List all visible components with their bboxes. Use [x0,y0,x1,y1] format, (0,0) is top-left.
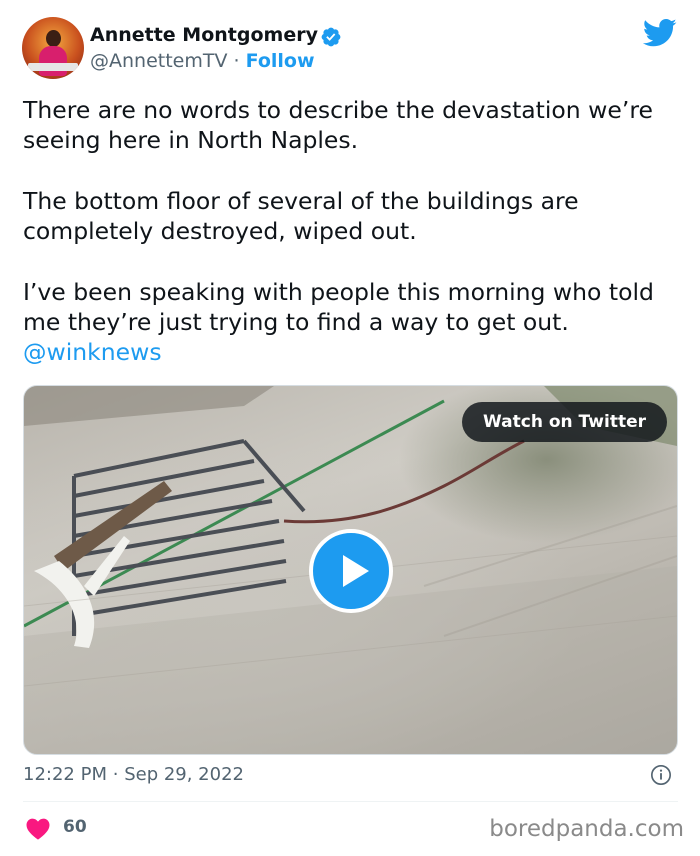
tweet-date: Sep 29, 2022 [124,764,244,785]
tweet-paragraph: I’ve been speaking with people this morn… [23,277,683,367]
verified-badge-icon [321,27,341,47]
tweet-paragraph: There are no words to describe the devas… [23,96,653,154]
handle-line: @AnnettemTV · Follow [90,50,315,72]
tweet-card: Annette Montgomery @AnnettemTV · Follow … [0,0,700,856]
author-name[interactable]: Annette Montgomery [90,24,318,46]
author-handle[interactable]: @AnnettemTV [90,50,227,72]
timestamp[interactable]: 12:22 PM · Sep 29, 2022 [23,764,244,785]
play-button[interactable] [309,529,393,613]
play-icon [343,555,369,587]
info-icon[interactable] [650,764,672,786]
date-separator: · [112,764,119,785]
watch-on-twitter-button[interactable]: Watch on Twitter [462,402,667,442]
tweet-paragraph-text: I’ve been speaking with people this morn… [23,278,654,336]
follow-button[interactable]: Follow [246,50,315,72]
like-count[interactable]: 60 [63,817,87,837]
avatar[interactable] [22,17,84,79]
twitter-bird-icon[interactable] [643,18,677,48]
video-player[interactable]: Watch on Twitter [23,385,678,755]
mention-link[interactable]: @winknews [23,337,683,367]
divider [23,801,678,802]
separator: · [233,50,240,72]
tweet-paragraph: The bottom floor of several of the build… [23,187,579,245]
heart-icon[interactable] [25,817,51,840]
watermark: boredpanda.com [489,816,684,842]
tweet-time: 12:22 PM [23,764,107,785]
tweet-text: There are no words to describe the devas… [23,95,683,367]
